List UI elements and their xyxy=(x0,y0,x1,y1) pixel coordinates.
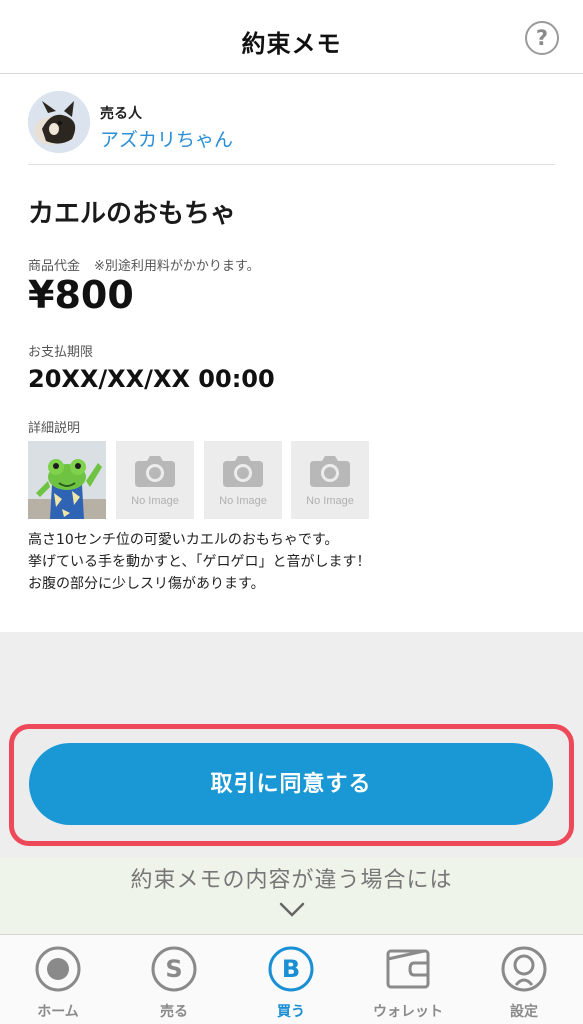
description-line: 高さ10センチ位の可愛いカエルのおもちゃです。 xyxy=(28,532,339,548)
no-image-placeholder[interactable]: No Image xyxy=(204,441,282,519)
camera-icon xyxy=(310,456,350,487)
page-title: 約束メモ xyxy=(241,30,342,58)
sell-glyph: S xyxy=(165,955,182,983)
app-header: 約束メモ ? xyxy=(0,0,583,74)
home-icon xyxy=(35,946,81,992)
deadline-label: お支払期限 xyxy=(28,345,94,360)
bottom-tab-bar: ホーム S 売る B 買う ウォレット 設定 xyxy=(0,934,583,1024)
price-note: ※別途利用料がかかります。 xyxy=(94,259,260,274)
no-image-label: No Image xyxy=(131,495,179,507)
price-label-row: 商品代金 ※別途利用料がかかります。 xyxy=(28,255,260,274)
sell-icon: S xyxy=(151,946,197,992)
promise-memo-card: 売る人 アズカリちゃん カエルのおもちゃ 商品代金 ※別途利用料がかかります。 ¥… xyxy=(0,75,583,632)
camera-icon xyxy=(223,456,263,487)
no-image-placeholder[interactable]: No Image xyxy=(291,441,369,519)
tab-label: 設定 xyxy=(510,1004,538,1020)
buy-glyph: B xyxy=(282,955,300,983)
different-content-label[interactable]: 約束メモの内容が違う場合には xyxy=(0,862,583,894)
description-line: 挙げている手を動かすと、「ゲロゲロ」と音がします！ xyxy=(28,554,371,570)
buy-icon: B xyxy=(268,946,314,992)
tab-label: 買う xyxy=(277,1004,305,1020)
description-line: お腹の部分に少しスリ傷があります。 xyxy=(28,576,265,592)
item-photos: No Image No Image No Image xyxy=(28,441,388,519)
item-photo-thumbnail[interactable] xyxy=(28,441,106,519)
different-content-section[interactable]: 約束メモの内容が違う場合には xyxy=(0,858,583,936)
tab-label: 売る xyxy=(160,1004,188,1020)
agree-to-deal-button[interactable]: 取引に同意する xyxy=(29,743,553,825)
item-title: カエルのおもちゃ xyxy=(28,199,237,229)
price-label: 商品代金 xyxy=(28,259,81,274)
tab-home[interactable]: ホーム xyxy=(0,935,116,1024)
no-image-label: No Image xyxy=(219,495,267,507)
item-description: 高さ10センチ位の可愛いカエルのおもちゃです。 挙げている手を動かすと、「ゲロゲ… xyxy=(28,529,548,595)
chevron-down-icon[interactable] xyxy=(279,902,305,918)
tab-buy[interactable]: B 買う xyxy=(233,935,349,1024)
tab-label: ウォレット xyxy=(373,1004,443,1020)
wallet-icon xyxy=(386,949,430,989)
camera-icon xyxy=(135,456,175,487)
tab-wallet[interactable]: ウォレット xyxy=(350,935,466,1024)
seller-role-label: 売る人 xyxy=(100,106,142,122)
tab-sell[interactable]: S 売る xyxy=(116,935,232,1024)
avatar[interactable] xyxy=(28,91,90,153)
no-image-placeholder[interactable]: No Image xyxy=(116,441,194,519)
seller-name-link[interactable]: アズカリちゃん xyxy=(100,125,233,152)
description-label: 詳細説明 xyxy=(28,421,81,436)
price-value: ¥800 xyxy=(28,273,134,317)
deadline-value: 20XX/XX/XX 00:00 xyxy=(28,365,275,393)
tab-label: ホーム xyxy=(37,1004,79,1020)
settings-icon xyxy=(501,946,547,992)
no-image-label: No Image xyxy=(306,495,354,507)
question-circle-icon[interactable]: ? xyxy=(525,21,559,55)
seller-section: 売る人 アズカリちゃん xyxy=(28,91,555,165)
tab-settings[interactable]: 設定 xyxy=(466,935,582,1024)
